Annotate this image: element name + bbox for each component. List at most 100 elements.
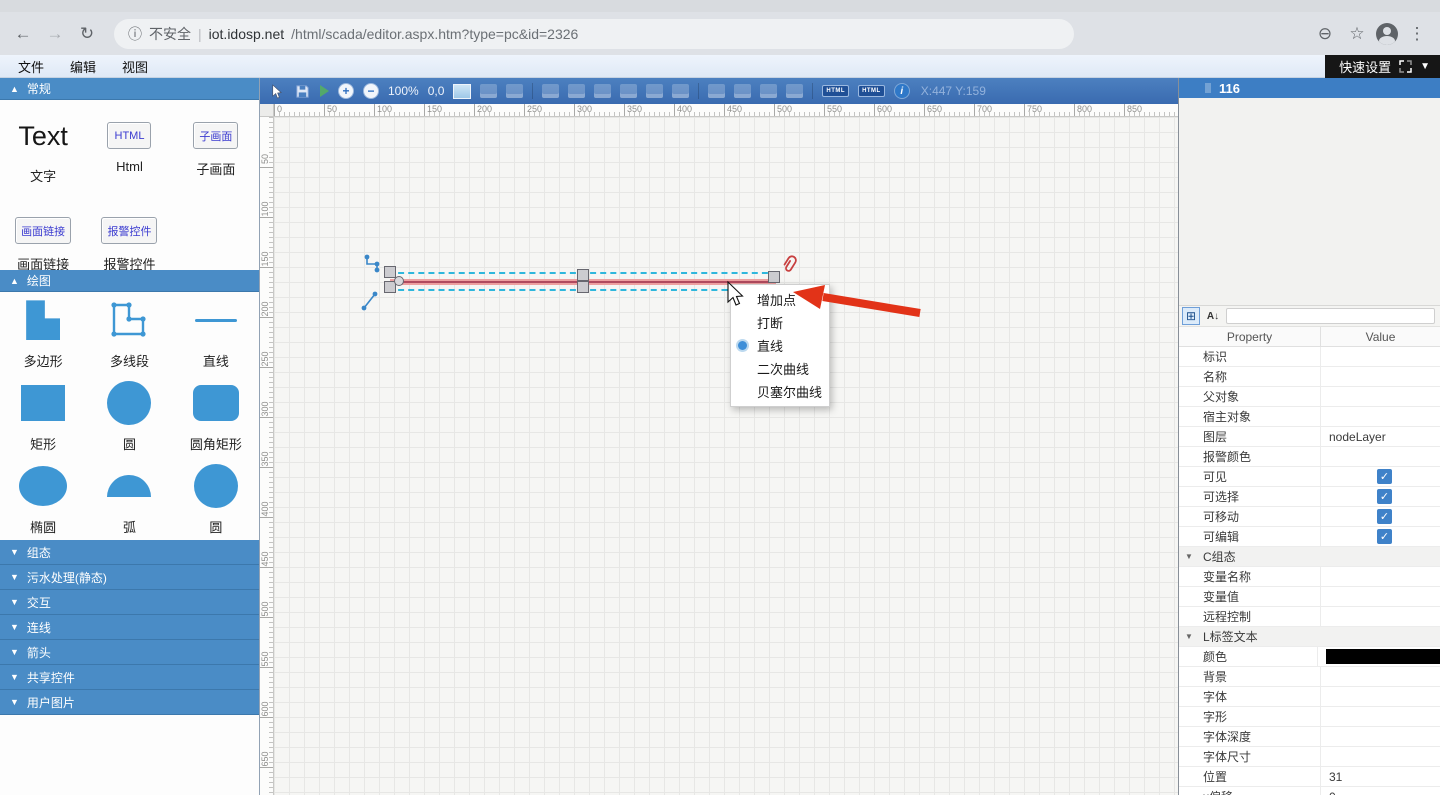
categorized-view-icon[interactable]: ⊞ bbox=[1182, 307, 1200, 325]
sidebar-section[interactable]: ▼污水处理(静态) bbox=[0, 565, 259, 590]
zoom-in-icon[interactable]: + bbox=[338, 83, 354, 99]
property-value[interactable]: ✓ bbox=[1321, 467, 1440, 486]
reload-icon[interactable]: ↻ bbox=[74, 21, 100, 47]
bookmark-star-icon[interactable]: ☆ bbox=[1344, 21, 1370, 47]
shape-item-rounded-rect[interactable]: 圆角矩形 bbox=[173, 375, 259, 458]
back-icon[interactable]: ← bbox=[10, 21, 36, 47]
menu-view[interactable]: 视图 bbox=[109, 55, 161, 77]
menu-file[interactable]: 文件 bbox=[0, 55, 57, 77]
line-handle-start-point[interactable] bbox=[394, 276, 404, 286]
property-row[interactable]: 可移动✓ bbox=[1179, 507, 1440, 527]
paperclip-icon[interactable] bbox=[777, 252, 801, 278]
sidebar-section-drawing[interactable]: ▲ 绘图 bbox=[0, 270, 259, 292]
page-info-icon[interactable]: ⓘ bbox=[128, 24, 142, 44]
background-image-icon[interactable] bbox=[453, 84, 471, 99]
property-row[interactable]: 远程控制 bbox=[1179, 607, 1440, 627]
property-value[interactable]: 31 bbox=[1321, 767, 1440, 786]
tree-node-selected[interactable]: 116 bbox=[1179, 78, 1440, 98]
sidebar-section-general[interactable]: ▲ 常规 bbox=[0, 78, 259, 100]
property-value[interactable]: ✓ bbox=[1321, 527, 1440, 546]
property-value[interactable] bbox=[1321, 727, 1440, 746]
shape-item-ellipse[interactable]: 椭圆 bbox=[0, 457, 86, 540]
property-row[interactable]: 变量名称 bbox=[1179, 567, 1440, 587]
menu-edit[interactable]: 编辑 bbox=[57, 55, 109, 77]
browser-menu-icon[interactable]: ⋮ bbox=[1404, 21, 1430, 47]
profile-avatar[interactable] bbox=[1376, 23, 1398, 45]
sort-alphabetical-icon[interactable]: A↓ bbox=[1204, 307, 1222, 325]
property-row[interactable]: 父对象 bbox=[1179, 387, 1440, 407]
sidebar-section[interactable]: ▼连线 bbox=[0, 615, 259, 640]
property-row[interactable]: ▼L标签文本 bbox=[1179, 627, 1440, 647]
property-row[interactable]: 报警颜色 bbox=[1179, 447, 1440, 467]
run-icon[interactable] bbox=[320, 85, 329, 97]
sidebar-section[interactable]: ▼用户图片 bbox=[0, 690, 259, 715]
property-value[interactable] bbox=[1321, 347, 1440, 366]
sidebar-section[interactable]: ▼箭头 bbox=[0, 640, 259, 665]
sidebar-section[interactable]: ▼共享控件 bbox=[0, 665, 259, 690]
property-value[interactable]: 0 bbox=[1321, 787, 1440, 795]
property-value[interactable]: ✓ bbox=[1321, 487, 1440, 506]
property-value[interactable] bbox=[1321, 367, 1440, 386]
property-row[interactable]: 变量值 bbox=[1179, 587, 1440, 607]
property-value[interactable] bbox=[1321, 707, 1440, 726]
property-value[interactable] bbox=[1318, 647, 1440, 666]
address-bar[interactable]: ⓘ 不安全 | iot.idosp.net/html/scada/editor.… bbox=[114, 19, 1074, 49]
palette-item-sub-screen[interactable]: 子画面子画面 bbox=[173, 108, 259, 203]
property-value[interactable] bbox=[1321, 587, 1440, 606]
property-row[interactable]: 宿主对象 bbox=[1179, 407, 1440, 427]
property-row[interactable]: 字体深度 bbox=[1179, 727, 1440, 747]
property-row[interactable]: 图层nodeLayer bbox=[1179, 427, 1440, 447]
palette-item-text[interactable]: Text文字 bbox=[0, 108, 86, 203]
checkbox-checked-icon[interactable]: ✓ bbox=[1377, 489, 1392, 504]
property-row[interactable]: 可编辑✓ bbox=[1179, 527, 1440, 547]
property-row[interactable]: 标识 bbox=[1179, 347, 1440, 367]
property-value[interactable] bbox=[1321, 407, 1440, 426]
palette-item-alarm-control[interactable]: 报警控件报警控件 bbox=[86, 203, 172, 278]
property-row[interactable]: 字形 bbox=[1179, 707, 1440, 727]
property-row[interactable]: 可选择✓ bbox=[1179, 487, 1440, 507]
property-row[interactable]: 名称 bbox=[1179, 367, 1440, 387]
quick-settings-button[interactable]: 快速设置 ▼ bbox=[1325, 55, 1440, 78]
sidebar-section[interactable]: ▼组态 bbox=[0, 540, 259, 565]
context-menu-item[interactable]: 增加点 bbox=[731, 288, 829, 311]
shape-item-polyline[interactable]: 多线段 bbox=[86, 292, 172, 375]
checkbox-checked-icon[interactable]: ✓ bbox=[1377, 469, 1392, 484]
line-handle-start-top[interactable] bbox=[384, 266, 396, 278]
checkbox-checked-icon[interactable]: ✓ bbox=[1377, 529, 1392, 544]
property-value[interactable]: nodeLayer bbox=[1321, 427, 1440, 446]
property-filter-input[interactable] bbox=[1226, 308, 1435, 324]
property-row[interactable]: 字体尺寸 bbox=[1179, 747, 1440, 767]
shape-item-circle-2[interactable]: 圆 bbox=[173, 457, 259, 540]
context-menu-item[interactable]: 二次曲线 bbox=[731, 357, 829, 380]
line-handle-mid-bottom[interactable] bbox=[577, 281, 589, 293]
property-row[interactable]: 可见✓ bbox=[1179, 467, 1440, 487]
property-value[interactable]: ✓ bbox=[1321, 507, 1440, 526]
property-value[interactable] bbox=[1321, 447, 1440, 466]
property-row[interactable]: 位置31 bbox=[1179, 767, 1440, 787]
property-row[interactable]: 字体 bbox=[1179, 687, 1440, 707]
context-menu-item[interactable]: 贝塞尔曲线 bbox=[731, 380, 829, 403]
color-swatch[interactable] bbox=[1326, 649, 1440, 664]
shape-item-arc[interactable]: 弧 bbox=[86, 457, 172, 540]
shape-item-rect[interactable]: 矩形 bbox=[0, 375, 86, 458]
shape-item-polygon[interactable]: 多边形 bbox=[0, 292, 86, 375]
property-value[interactable] bbox=[1321, 607, 1440, 626]
save-icon[interactable] bbox=[294, 83, 311, 100]
zoom-indicator-icon[interactable]: ⊖ bbox=[1312, 21, 1338, 47]
property-row[interactable]: 背景 bbox=[1179, 667, 1440, 687]
zoom-out-icon[interactable]: − bbox=[363, 83, 379, 99]
select-tool-icon[interactable] bbox=[268, 83, 285, 100]
context-menu-item[interactable]: 打断 bbox=[731, 311, 829, 334]
info-icon[interactable]: i bbox=[894, 83, 910, 99]
property-value[interactable] bbox=[1321, 567, 1440, 586]
property-row[interactable]: 颜色 bbox=[1179, 647, 1440, 667]
shape-item-circle[interactable]: 圆 bbox=[86, 375, 172, 458]
property-value[interactable] bbox=[1321, 687, 1440, 706]
palette-item-screen-link[interactable]: 画面链接画面链接 bbox=[0, 203, 86, 278]
palette-item-html[interactable]: HTMLHtml bbox=[86, 108, 172, 203]
line-handle-mid-top[interactable] bbox=[577, 269, 589, 281]
html-export-icon[interactable]: HTML bbox=[822, 85, 849, 97]
property-row[interactable]: x偏移0 bbox=[1179, 787, 1440, 795]
shape-item-line[interactable]: 直线 bbox=[173, 292, 259, 375]
forward-icon[interactable]: → bbox=[42, 21, 68, 47]
